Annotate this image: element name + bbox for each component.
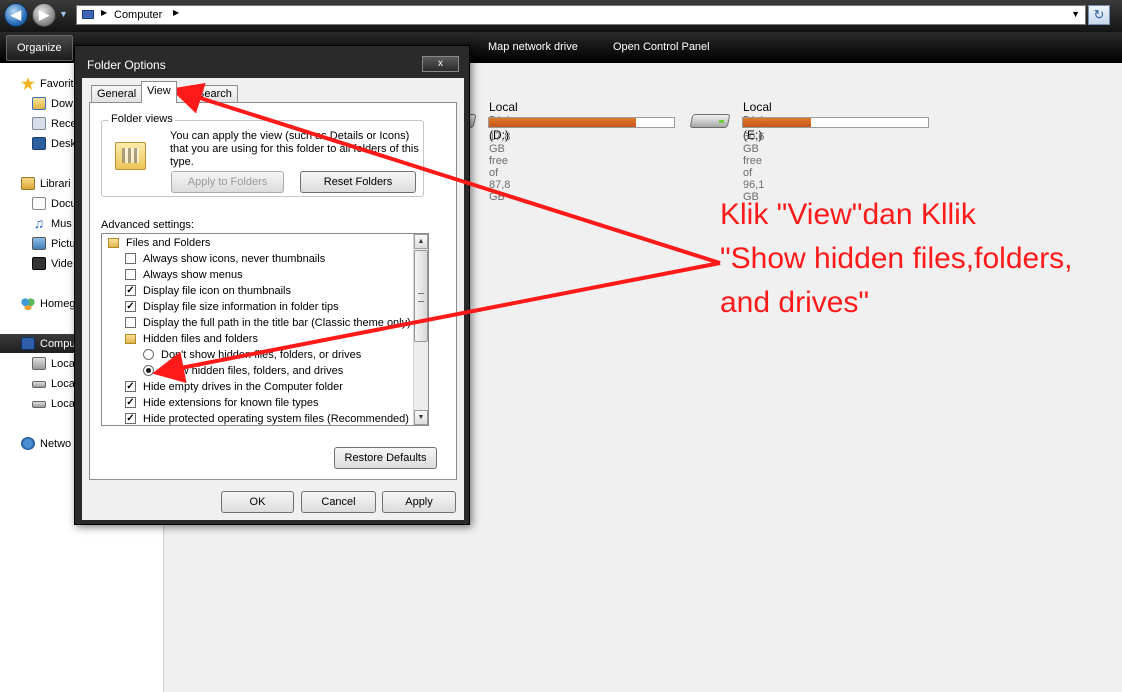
hard-drive-icon bbox=[32, 381, 46, 388]
dialog-client-area: General View Search Folder views You can… bbox=[82, 78, 464, 520]
favorites-star-icon bbox=[21, 77, 35, 90]
scroll-up-arrow-icon[interactable]: ▲ bbox=[414, 234, 428, 249]
libraries-icon bbox=[21, 177, 35, 190]
videos-film-icon bbox=[32, 257, 46, 270]
radio-button-off[interactable] bbox=[143, 349, 154, 360]
scrollbar-thumb[interactable] bbox=[414, 250, 428, 342]
checkbox-checked[interactable]: ✓ bbox=[125, 381, 136, 392]
checkbox-checked[interactable]: ✓ bbox=[125, 397, 136, 408]
system-drive-icon bbox=[32, 357, 46, 370]
checkbox-checked[interactable]: ✓ bbox=[125, 285, 136, 296]
drive-usage-fill bbox=[743, 118, 812, 127]
map-network-drive-button[interactable]: Map network drive bbox=[488, 41, 578, 53]
drive-free-space: 17,8 GB free of 87,8 GB bbox=[489, 131, 511, 203]
recent-pages-dropdown-icon[interactable]: ▼ bbox=[59, 9, 68, 19]
folder-views-icon bbox=[115, 142, 146, 170]
checkbox-checked[interactable]: ✓ bbox=[125, 301, 136, 312]
cancel-button[interactable]: Cancel bbox=[301, 491, 376, 513]
computer-icon bbox=[21, 337, 35, 350]
scroll-down-arrow-icon[interactable]: ▼ bbox=[414, 410, 428, 425]
drive-usage-bar bbox=[742, 117, 929, 128]
computer-icon bbox=[82, 10, 94, 19]
drive-usage-fill bbox=[489, 118, 637, 127]
checkbox-unchecked[interactable] bbox=[125, 253, 136, 264]
dialog-title: Folder Options bbox=[87, 58, 166, 72]
address-dropdown-icon[interactable]: ▼ bbox=[1071, 9, 1080, 19]
back-button[interactable]: ◀ bbox=[4, 3, 28, 27]
folder-options-dialog: Folder Options x General View Search Fol… bbox=[74, 45, 470, 525]
apply-button[interactable]: Apply bbox=[382, 491, 456, 513]
breadcrumb-computer[interactable]: Computer bbox=[114, 9, 162, 21]
drive-usage-bar bbox=[488, 117, 675, 128]
restore-defaults-button[interactable]: Restore Defaults bbox=[334, 447, 437, 469]
desktop-icon bbox=[32, 137, 46, 150]
hard-drive-icon bbox=[32, 401, 46, 408]
annotation-instruction-text: Klik "View"dan Kllik "Show hidden files,… bbox=[720, 198, 1073, 319]
homegroup-icon bbox=[21, 297, 35, 310]
folder-views-description: You can apply the view (such as Details … bbox=[170, 130, 419, 168]
tab-view[interactable]: View bbox=[141, 81, 177, 103]
breadcrumb-arrow-icon[interactable]: ▶ bbox=[173, 8, 179, 17]
breadcrumb-arrow-icon[interactable]: ▶ bbox=[101, 8, 107, 17]
tab-general[interactable]: General bbox=[91, 85, 143, 102]
advanced-settings-list[interactable]: Files and Folders Always show icons, nev… bbox=[101, 233, 429, 426]
checkbox-unchecked[interactable] bbox=[125, 317, 136, 328]
downloads-folder-icon bbox=[32, 97, 46, 110]
checkbox-checked[interactable]: ✓ bbox=[125, 413, 136, 424]
address-field[interactable]: ▶ Computer ▶ ▼ bbox=[76, 5, 1086, 25]
radio-button-on[interactable] bbox=[143, 365, 154, 376]
folder-views-legend: Folder views bbox=[109, 113, 175, 125]
music-note-icon: ♫ bbox=[33, 215, 45, 231]
vertical-scrollbar[interactable]: ▲ ▼ bbox=[413, 234, 428, 425]
advanced-settings-label: Advanced settings: bbox=[101, 219, 194, 231]
open-control-panel-button[interactable]: Open Control Panel bbox=[613, 41, 710, 53]
checkbox-unchecked[interactable] bbox=[125, 269, 136, 280]
address-bar: ◀ ▶ ▼ ▶ Computer ▶ ▼ ↻ bbox=[0, 0, 1122, 32]
forward-button[interactable]: ▶ bbox=[32, 3, 56, 27]
folder-views-group: Folder views You can apply the view (suc… bbox=[101, 113, 424, 197]
recent-places-icon bbox=[32, 117, 46, 130]
pictures-icon bbox=[32, 237, 46, 250]
folder-icon bbox=[108, 238, 119, 248]
apply-to-folders-button[interactable]: Apply to Folders bbox=[171, 171, 284, 193]
refresh-icon[interactable]: ↻ bbox=[1088, 5, 1110, 25]
hard-drive-icon bbox=[689, 108, 731, 134]
reset-folders-button[interactable]: Reset Folders bbox=[300, 171, 416, 193]
documents-icon bbox=[32, 197, 46, 210]
folder-icon bbox=[125, 334, 136, 344]
close-button[interactable]: x bbox=[422, 56, 459, 72]
ok-button[interactable]: OK bbox=[221, 491, 294, 513]
organize-button[interactable]: Organize bbox=[6, 35, 73, 61]
network-globe-icon bbox=[21, 437, 35, 450]
tab-search[interactable]: Search bbox=[191, 85, 238, 102]
